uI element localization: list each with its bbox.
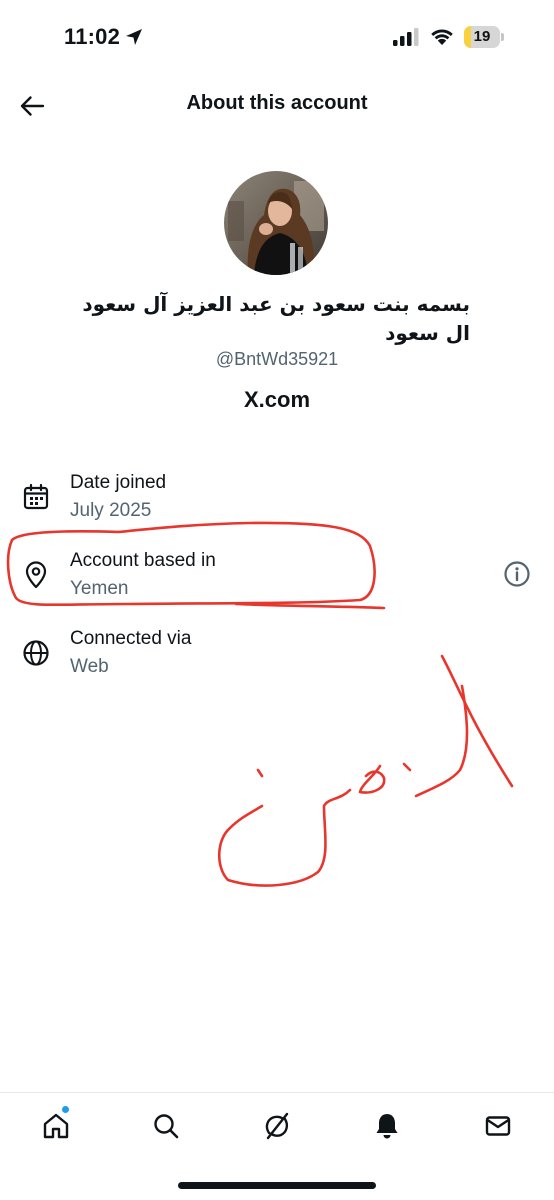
nav-notifications[interactable] xyxy=(370,1109,404,1143)
home-icon xyxy=(43,1113,69,1139)
nav-search[interactable] xyxy=(149,1109,183,1143)
info-icon[interactable] xyxy=(502,559,532,589)
info-value: Yemen xyxy=(70,578,129,599)
avatar[interactable] xyxy=(224,171,328,275)
info-value: July 2025 xyxy=(70,500,152,521)
battery-level: 19 xyxy=(473,28,491,45)
display-name: بسمه بنت سعود بن عبد العزيز آل سعود ال س… xyxy=(82,292,470,345)
screen: 11:02 19 About this account بسمه بنت سعو… xyxy=(0,0,554,1200)
nav-grok[interactable] xyxy=(260,1109,294,1143)
home-indicator xyxy=(178,1182,376,1189)
globe-icon xyxy=(23,640,49,666)
info-title: Date joined xyxy=(70,472,167,493)
battery-indicator: 19 xyxy=(464,26,504,48)
nav-home[interactable] xyxy=(39,1109,73,1143)
info-title: Account based in xyxy=(70,550,216,571)
info-title: Connected via xyxy=(70,628,192,649)
info-row-account-based-in: Account based in Yemen xyxy=(0,548,554,618)
status-bar: 11:02 19 xyxy=(0,0,554,76)
info-row-date-joined: Date joined July 2025 xyxy=(0,470,554,540)
source-label: X.com xyxy=(243,387,311,412)
location-arrow-icon xyxy=(126,29,142,45)
wifi-icon xyxy=(431,29,453,45)
nav-messages[interactable] xyxy=(481,1109,515,1143)
calendar-icon xyxy=(23,483,49,510)
mail-icon xyxy=(485,1116,511,1136)
page-title: About this account xyxy=(186,92,368,114)
search-icon xyxy=(154,1114,179,1139)
grok-icon xyxy=(265,1112,289,1140)
signal-icon xyxy=(393,28,419,46)
account-handle: @BntWd35921 xyxy=(215,349,339,369)
notification-dot xyxy=(61,1105,70,1114)
info-row-connected-via: Connected via Web xyxy=(0,626,554,696)
location-pin-icon xyxy=(25,561,47,589)
avatar-image xyxy=(224,171,328,275)
bell-icon xyxy=(376,1114,398,1139)
status-time: 11:02 xyxy=(64,24,121,49)
info-value: Web xyxy=(70,656,109,677)
